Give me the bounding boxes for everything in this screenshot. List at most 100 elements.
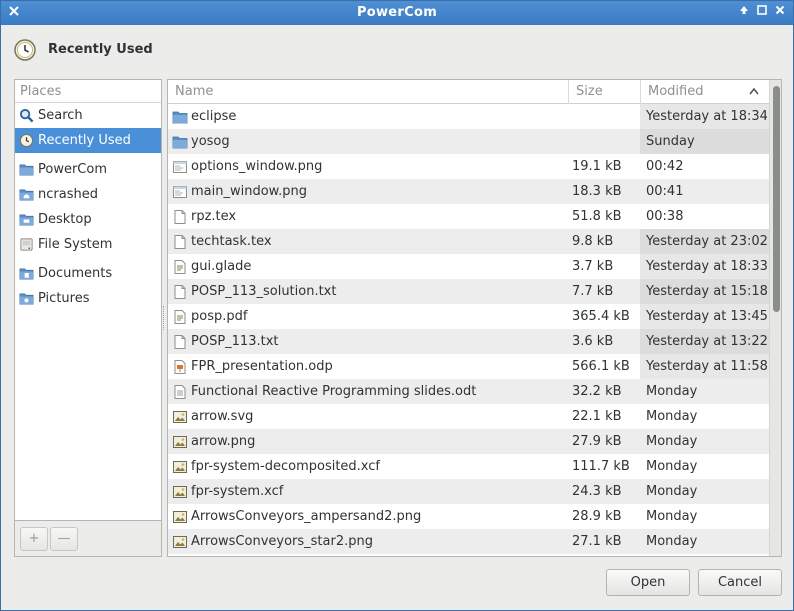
picture-file-icon	[173, 436, 187, 448]
table-row[interactable]: arrow.png 27.9 kB Monday	[168, 429, 769, 454]
table-row[interactable]: rpz.tex 51.8 kB 00:38	[168, 204, 769, 229]
table-row[interactable]: eclipse Yesterday at 18:34	[168, 104, 769, 129]
file-name: fpr-system-decomposited.xcf	[191, 459, 380, 474]
file-size: 28.9 kB	[572, 509, 622, 524]
window-title: PowerCom	[356, 5, 438, 20]
pictures-folder-icon	[19, 293, 34, 305]
file-size: 19.1 kB	[572, 159, 622, 174]
file-name: arrow.svg	[191, 409, 254, 424]
folder-icon	[19, 164, 34, 176]
desktop-folder-icon	[19, 214, 34, 226]
sidebar-item-pictures[interactable]: Pictures	[15, 286, 161, 311]
file-modified: 00:38	[646, 209, 684, 224]
table-row[interactable]: yosog Sunday	[168, 129, 769, 154]
sidebar-item-label: Pictures	[38, 291, 90, 306]
column-header-size[interactable]: Size	[568, 80, 640, 104]
file-modified: Yesterday at 15:18	[640, 279, 769, 304]
table-row[interactable]: fpr-system-decomposited.xcf 111.7 kB Monda…	[168, 454, 769, 479]
file-size: 27.9 kB	[572, 434, 622, 449]
sidebar-item-documents[interactable]: Documents	[15, 261, 161, 286]
sidebar-item-label: Desktop	[38, 212, 92, 227]
add-bookmark-button[interactable]: +	[20, 527, 48, 551]
file-size: 3.7 kB	[572, 259, 614, 274]
sidebar-item-powercom[interactable]: PowerCom	[15, 157, 161, 182]
sidebar-item-label: Recently Used	[38, 133, 131, 148]
picture-file-icon	[173, 536, 187, 548]
image-icon	[173, 161, 187, 173]
file-name: techtask.tex	[191, 234, 272, 249]
sidebar-item-desktop[interactable]: Desktop	[15, 207, 161, 232]
file-size: 9.8 kB	[572, 234, 614, 249]
pane-resize-handle[interactable]	[163, 306, 166, 330]
sidebar-item-label: File System	[38, 237, 113, 252]
table-row[interactable]: FPR_presentation.odp 566.1 kB Yesterday at…	[168, 354, 769, 379]
sidebar-item-label: PowerCom	[38, 162, 107, 177]
file-size: 32.2 kB	[572, 384, 622, 399]
vertical-scrollbar[interactable]	[769, 80, 781, 556]
file-chooser-window: PowerCom Recently Used Places Search Rec…	[0, 0, 794, 611]
file-name: yosog	[191, 134, 230, 149]
sidebar-item-file-system[interactable]: File System	[15, 232, 161, 257]
table-row[interactable]: gui.glade 3.7 kB Yesterday at 18:33	[168, 254, 769, 279]
file-modified: Yesterday at 13:22	[640, 329, 769, 354]
file-name: eclipse	[191, 109, 237, 124]
picture-file-icon	[173, 511, 187, 523]
file-name: FPR_presentation.odp	[191, 359, 333, 374]
sidebar-item-ncrashed[interactable]: ncrashed	[15, 182, 161, 207]
file-name: ArrowsConveyors_ampersand2.png	[191, 509, 422, 524]
file-size: 7.7 kB	[572, 284, 614, 299]
file-name: options_window.png	[191, 159, 323, 174]
file-size: 18.3 kB	[572, 184, 622, 199]
table-row[interactable]: techtask.tex 9.8 kB Yesterday at 23:02	[168, 229, 769, 254]
file-modified: 00:42	[646, 159, 684, 174]
file-size: 566.1 kB	[572, 359, 630, 374]
folder-icon	[172, 136, 188, 149]
folder-icon	[172, 111, 188, 124]
documents-folder-icon	[19, 268, 34, 280]
table-row[interactable]: ArrowsConveyors_star2.png 27.1 kB Monday	[168, 529, 769, 554]
file-name: fpr-system.xcf	[191, 484, 284, 499]
column-header-name[interactable]: Name	[168, 80, 568, 104]
places-heading: Places	[15, 80, 161, 103]
text-file-icon	[174, 285, 186, 299]
title-bar[interactable]: PowerCom	[1, 1, 793, 25]
file-name: main_window.png	[191, 184, 307, 199]
file-name: POSP_113_solution.txt	[191, 284, 337, 299]
scrollbar-thumb[interactable]	[773, 86, 780, 312]
open-button[interactable]: Open	[606, 569, 690, 596]
file-size: 111.7 kB	[572, 459, 630, 474]
sidebar-item-recently-used[interactable]: Recently Used	[15, 128, 161, 153]
file-size: 24.3 kB	[572, 484, 622, 499]
close-icon[interactable]	[772, 4, 788, 21]
table-row[interactable]: arrow.svg 22.1 kB Monday	[168, 404, 769, 429]
home-folder-icon	[19, 189, 34, 201]
table-row[interactable]: fpr-system.xcf 24.3 kB Monday	[168, 479, 769, 504]
file-name: gui.glade	[191, 259, 252, 274]
file-modified: Yesterday at 18:34	[640, 104, 769, 129]
table-row[interactable]: ArrowsConveyors_ampersand2.png 28.9 kB Mon…	[168, 504, 769, 529]
file-size: 51.8 kB	[572, 209, 622, 224]
file-modified: Yesterday at 11:58	[640, 354, 769, 379]
shade-icon[interactable]	[736, 4, 752, 21]
table-row[interactable]: Functional Reactive Programming slides.o…	[168, 379, 769, 404]
text-file-icon	[174, 335, 186, 349]
places-sidebar: Places Search Recently Used PowerCom ncr…	[14, 79, 162, 521]
file-name: arrow.png	[191, 434, 256, 449]
column-header-modified[interactable]: Modified	[640, 80, 769, 104]
file-list-header: Name Size Modified	[168, 80, 769, 104]
remove-bookmark-button[interactable]: —	[50, 527, 78, 551]
picture-file-icon	[173, 461, 187, 473]
table-row[interactable]: posp.pdf 365.4 kB Yesterday at 13:45	[168, 304, 769, 329]
file-modified: Yesterday at 23:02	[640, 229, 769, 254]
sidebar-item-search[interactable]: Search	[15, 103, 161, 128]
file-size: 27.1 kB	[572, 534, 622, 549]
cancel-button[interactable]: Cancel	[698, 569, 782, 596]
table-row[interactable]: options_window.png 19.1 kB 00:42	[168, 154, 769, 179]
file-name: rpz.tex	[191, 209, 237, 224]
table-row[interactable]: POSP_113.txt 3.6 kB Yesterday at 13:22	[168, 329, 769, 354]
maximize-icon[interactable]	[754, 4, 770, 21]
file-modified: Sunday	[640, 129, 769, 154]
sidebar-item-label: Documents	[38, 266, 113, 281]
table-row[interactable]: main_window.png 18.3 kB 00:41	[168, 179, 769, 204]
table-row[interactable]: POSP_113_solution.txt 7.7 kB Yesterday at …	[168, 279, 769, 304]
